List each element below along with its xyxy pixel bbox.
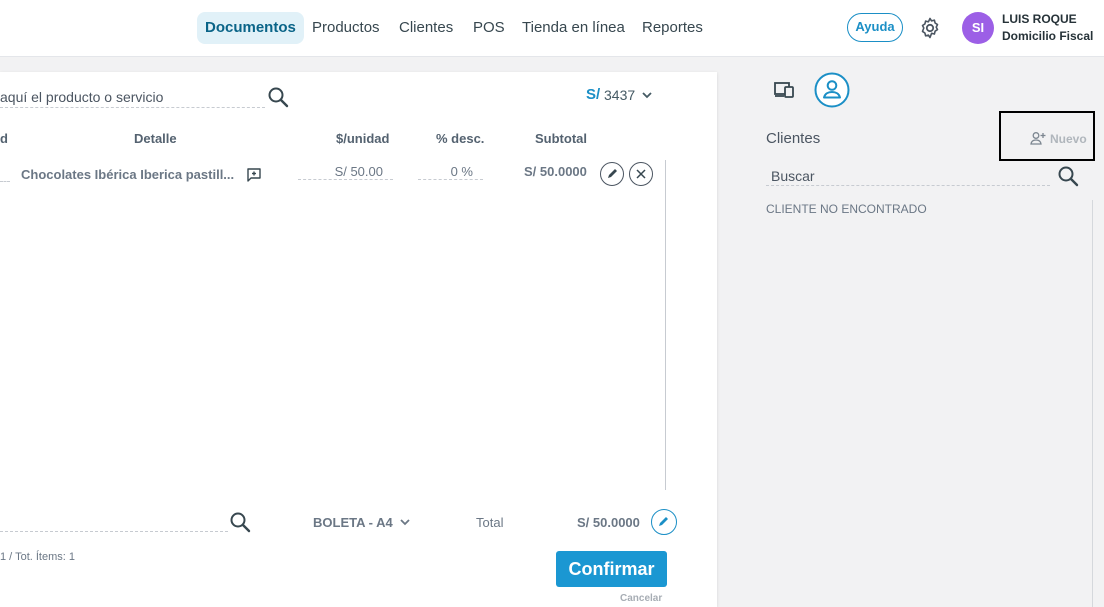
user-name[interactable]: LUIS ROQUE bbox=[1002, 12, 1077, 26]
quantity-field[interactable] bbox=[0, 181, 10, 182]
row-detail[interactable]: Chocolates Ibérica Iberica pastill... bbox=[21, 167, 234, 182]
avatar[interactable]: SI bbox=[962, 12, 994, 44]
column-header-subtotal: Subtotal bbox=[535, 131, 587, 146]
client-not-found-message: CLIENTE NO ENCONTRADO bbox=[766, 202, 927, 216]
nav-clientes[interactable]: Clientes bbox=[399, 12, 453, 44]
column-header-discount: % desc. bbox=[436, 131, 485, 146]
add-user-icon[interactable] bbox=[1030, 131, 1046, 145]
column-header-quantity: d bbox=[0, 131, 8, 146]
nav-tienda-en-linea[interactable]: Tienda en línea bbox=[522, 12, 625, 44]
chevron-down-icon[interactable] bbox=[641, 90, 653, 100]
chevron-down-icon[interactable] bbox=[399, 517, 411, 527]
column-header-unit-price: $/unidad bbox=[336, 131, 390, 146]
search-icon[interactable] bbox=[267, 86, 289, 108]
user-place[interactable]: Domicilio Fiscal bbox=[1002, 29, 1093, 43]
total-value: S/ 50.0000 bbox=[577, 515, 640, 530]
user-icon[interactable] bbox=[814, 72, 850, 108]
clients-title: Clientes bbox=[766, 130, 821, 147]
column-header-detail: Detalle bbox=[134, 131, 177, 146]
help-button[interactable]: Ayuda bbox=[847, 13, 903, 42]
new-client-button[interactable]: Nuevo bbox=[1050, 132, 1087, 146]
search-icon[interactable] bbox=[1057, 165, 1079, 187]
search-icon[interactable] bbox=[229, 511, 251, 533]
customer-search-field[interactable] bbox=[0, 512, 228, 532]
gear-icon[interactable] bbox=[918, 16, 942, 40]
cancel-link[interactable]: Cancelar bbox=[620, 593, 662, 604]
table-scrollbar[interactable] bbox=[665, 160, 666, 490]
currency-value[interactable]: 3437 bbox=[604, 87, 635, 103]
client-search-input[interactable]: Buscar bbox=[766, 166, 1050, 186]
confirm-button[interactable]: Confirmar bbox=[556, 551, 667, 587]
pencil-icon bbox=[659, 517, 668, 526]
clients-scrollbar[interactable] bbox=[1092, 200, 1093, 607]
nav-pos[interactable]: POS bbox=[473, 12, 505, 44]
top-navbar: Documentos Productos Clientes POS Tienda… bbox=[0, 0, 1104, 57]
discount-field[interactable]: 0 % bbox=[418, 164, 483, 180]
pencil-icon bbox=[608, 169, 617, 178]
currency-symbol[interactable]: S/ bbox=[586, 86, 600, 103]
devices-icon[interactable] bbox=[772, 79, 796, 101]
total-label: Total bbox=[476, 515, 504, 530]
close-icon bbox=[636, 169, 646, 179]
document-type-select[interactable]: BOLETA - A4 bbox=[313, 515, 393, 530]
product-search-input[interactable]: aquí el producto o servicio bbox=[0, 86, 265, 108]
add-comment-icon[interactable] bbox=[246, 167, 262, 183]
nav-documentos[interactable]: Documentos bbox=[197, 12, 304, 44]
edit-total-button[interactable] bbox=[651, 509, 677, 535]
nav-reportes[interactable]: Reportes bbox=[642, 12, 703, 44]
row-subtotal: S/ 50.0000 bbox=[524, 164, 587, 179]
edit-row-button[interactable] bbox=[600, 162, 624, 186]
items-count: 1 / Tot. Ítems: 1 bbox=[0, 551, 75, 563]
delete-row-button[interactable] bbox=[629, 162, 653, 186]
nav-productos[interactable]: Productos bbox=[312, 12, 380, 44]
unit-price-field[interactable]: S/ 50.00 bbox=[298, 164, 393, 180]
